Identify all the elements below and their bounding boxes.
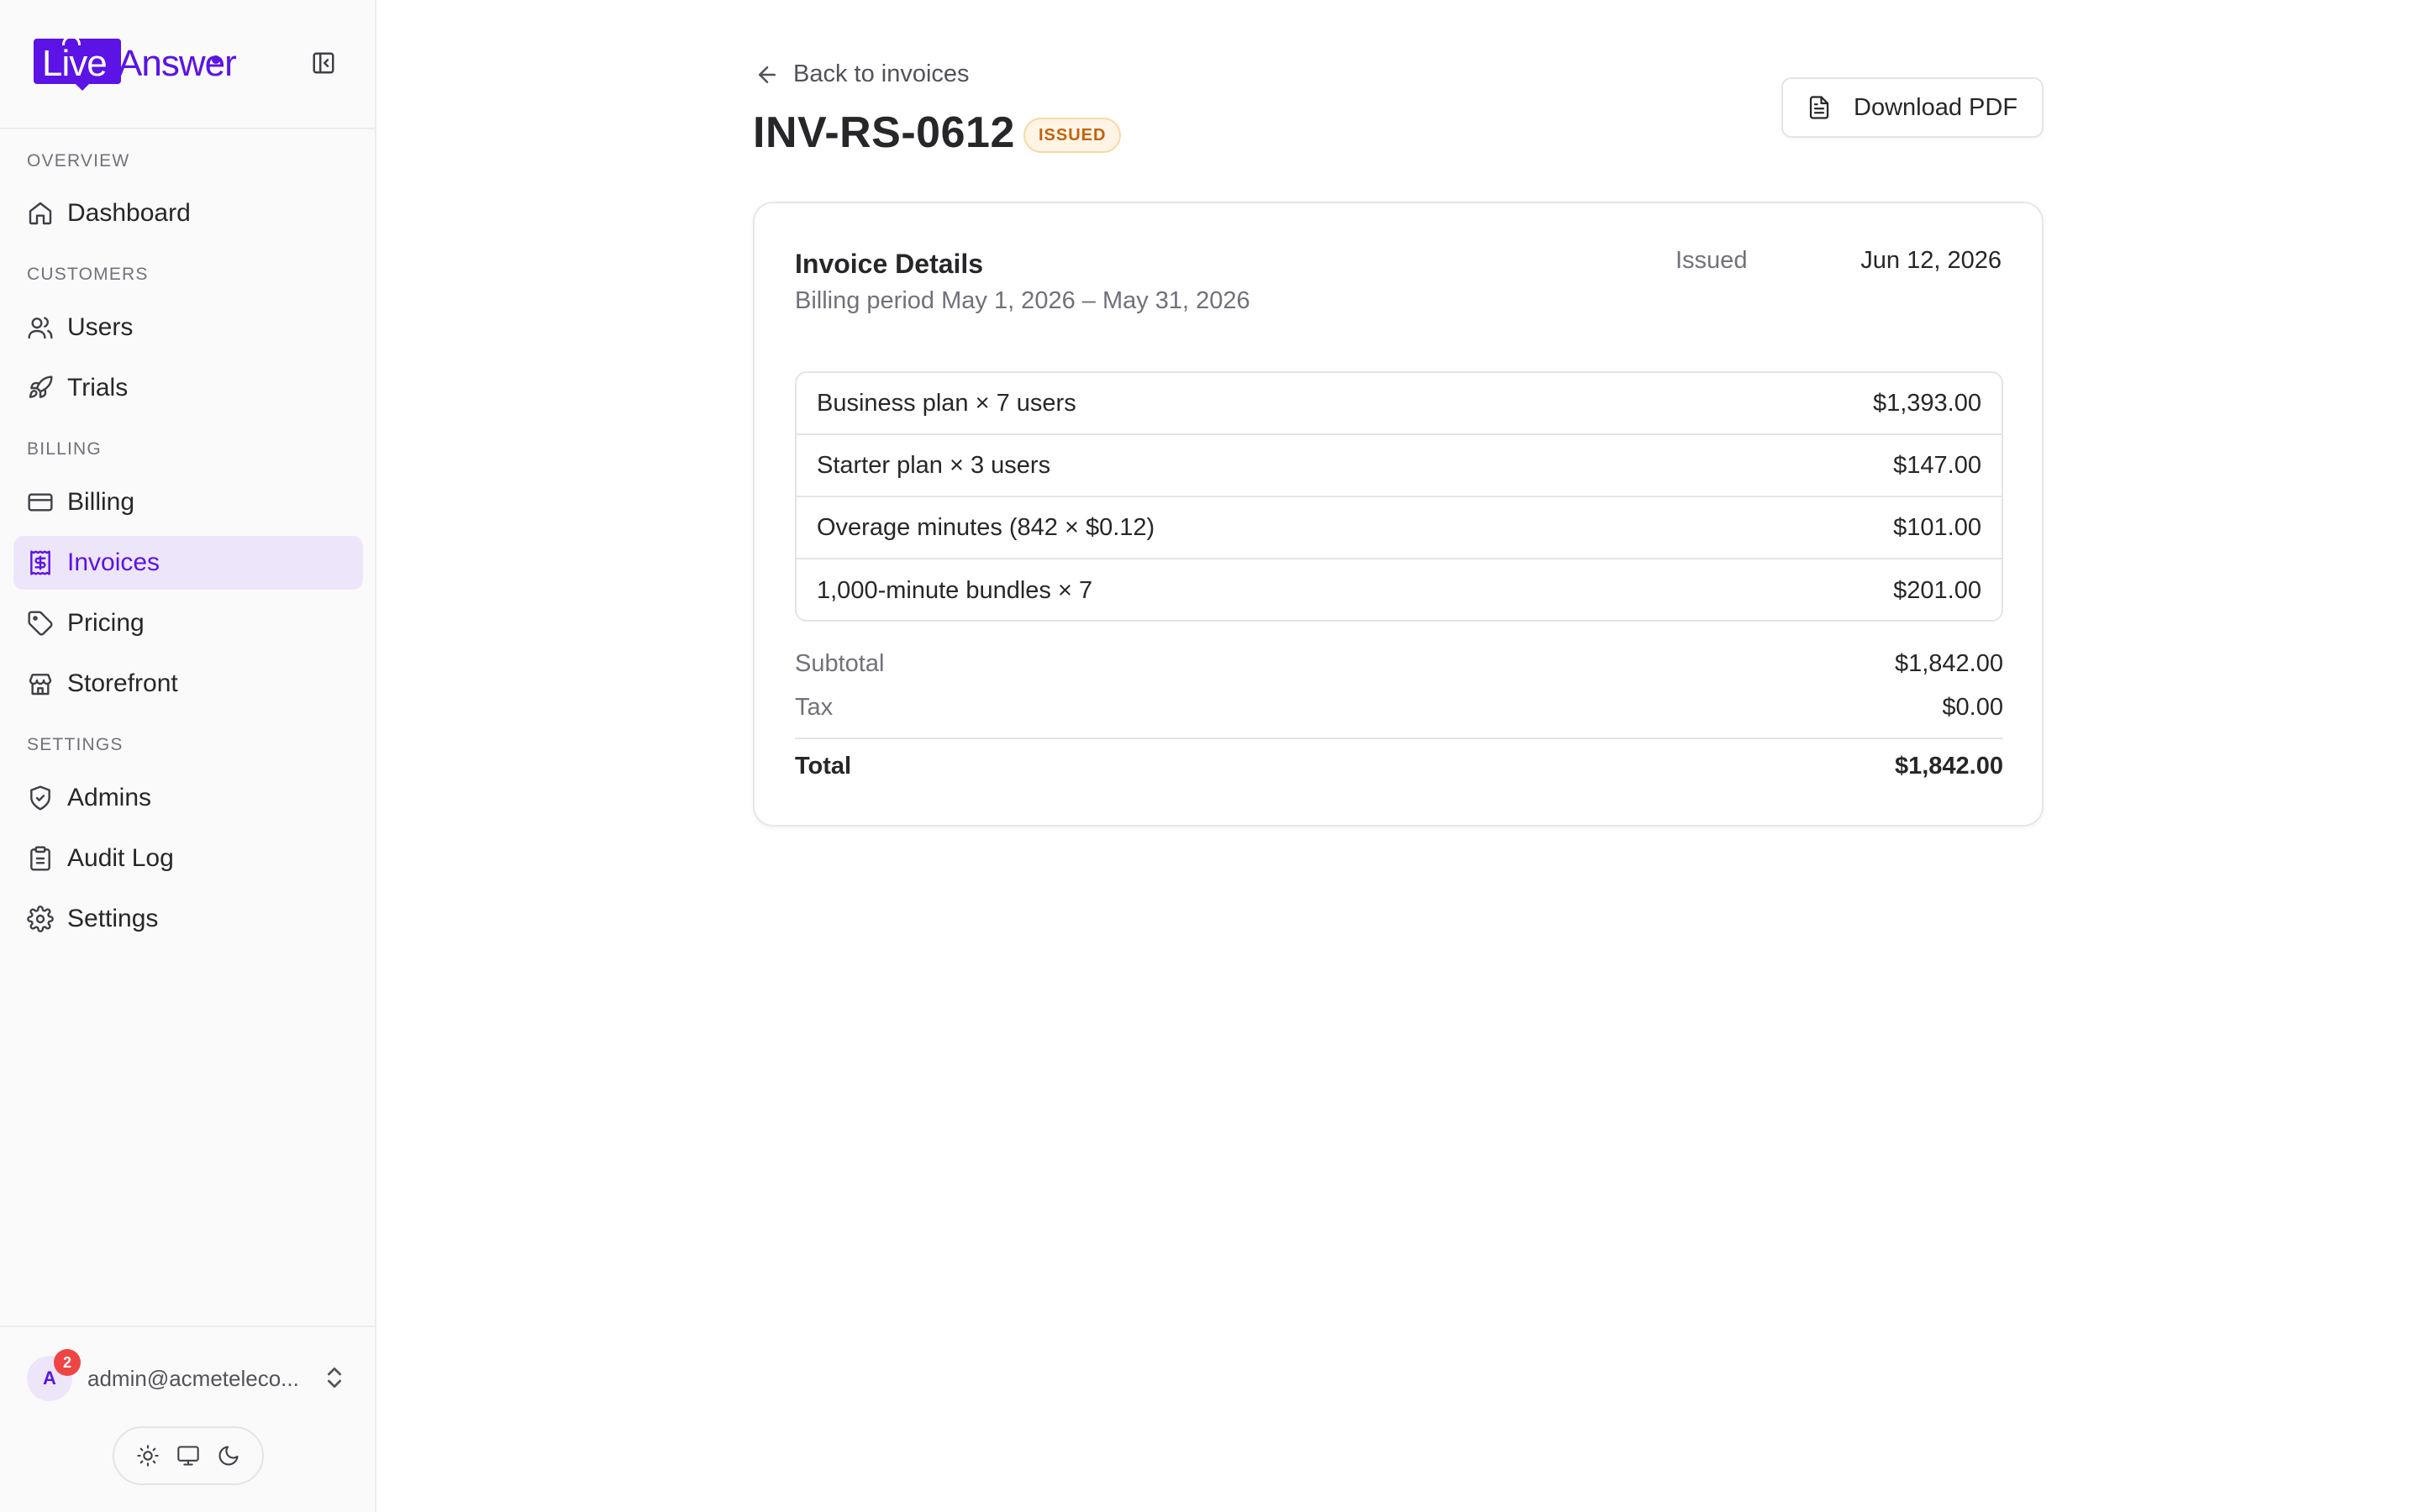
sidebar-item-billing[interactable]: Billing: [13, 475, 363, 529]
download-pdf-label: Download PDF: [1854, 93, 2018, 121]
sidebar-item-users[interactable]: Users: [13, 301, 363, 354]
users-icon: [28, 317, 53, 339]
sidebar-item-pricing[interactable]: Pricing: [13, 596, 363, 650]
logo-dot: [212, 55, 220, 64]
sun-icon[interactable]: [136, 1444, 160, 1467]
gear-icon: [27, 906, 54, 932]
monitor-icon[interactable]: [176, 1444, 200, 1467]
sidebar-item-trials[interactable]: Trials: [13, 361, 363, 415]
issued-label: Issued: [1676, 247, 1748, 274]
card-title: Invoice Details: [795, 249, 984, 279]
store-icon: [29, 674, 52, 696]
table-row: Overage minutes (842 × $0.12) $101.00: [797, 497, 2002, 559]
sidebar-collapse-icon: [313, 52, 334, 74]
sidebar-item-audit-log[interactable]: Audit Log: [13, 832, 363, 885]
line-item-amount: $101.00: [1893, 513, 1981, 541]
sidebar-item-settings[interactable]: Settings: [13, 892, 363, 946]
collapse-sidebar-button[interactable]: [311, 50, 336, 76]
rocket-icon: [29, 375, 53, 398]
tag-icon: [28, 611, 53, 636]
tax-value: $0.00: [1942, 694, 2003, 721]
billing-period: Billing period May 1, 2026 – May 31, 202…: [795, 287, 1250, 314]
line-item-amount: $147.00: [1893, 451, 1981, 479]
line-item-amount: $1,393.00: [1872, 389, 1981, 417]
nav-section-overview: OVERVIEW: [27, 151, 130, 171]
tax-row: Tax $0.00: [795, 694, 2003, 722]
arrow-left-icon: [759, 66, 776, 83]
total-row: Total $1,842.00: [795, 753, 2003, 780]
line-item-description: 1,000-minute bundles × 7: [817, 576, 1093, 604]
status-badge: ISSUED: [1023, 118, 1122, 153]
total-value: $1,842.00: [1894, 753, 2003, 780]
sidebar-item-dashboard[interactable]: Dashboard: [13, 186, 363, 240]
table-row: Starter plan × 3 users $147.00: [797, 435, 2002, 497]
totals-divider: [795, 738, 2003, 739]
credit-card-icon: [28, 493, 53, 512]
sidebar-item-label: Storefront: [67, 669, 178, 697]
sidebar-item-label: Admins: [67, 784, 152, 811]
file-text-icon: [1809, 96, 1829, 119]
page-title: INV-RS-0612: [753, 108, 1015, 157]
sidebar-item-storefront[interactable]: Storefront: [13, 657, 363, 711]
nav-section-settings: SETTINGS: [27, 735, 124, 754]
theme-switcher: [113, 1426, 264, 1485]
sidebar: Live Answer OVERVIEW Dashboard CUSTOMERS…: [0, 0, 376, 1512]
sidebar-item-label: Settings: [67, 905, 159, 932]
user-menu[interactable]: A 2 admin@acmeteleco...: [0, 1326, 375, 1426]
home-icon: [29, 202, 52, 225]
invoice-details-card: Invoice Details Billing period May 1, 20…: [753, 202, 2044, 827]
invoice-dollar-icon: [30, 550, 50, 575]
table-row: Business plan × 7 users $1,393.00: [797, 373, 2002, 435]
subtotal-label: Subtotal: [795, 650, 885, 677]
sidebar-item-label: Audit Log: [67, 844, 174, 872]
notification-badge[interactable]: 2: [54, 1349, 81, 1376]
moon-icon[interactable]: [217, 1444, 240, 1467]
chevrons-up-down-icon[interactable]: [321, 1364, 348, 1391]
brand-header: Live Answer: [0, 0, 375, 129]
sidebar-item-label: Users: [67, 313, 134, 341]
sidebar-item-invoices[interactable]: Invoices: [13, 536, 363, 590]
liveanswer-logo[interactable]: Live Answer: [34, 34, 244, 92]
sidebar-item-admins[interactable]: Admins: [13, 771, 363, 825]
line-item-description: Business plan × 7 users: [817, 389, 1076, 417]
line-item-description: Overage minutes (842 × $0.12): [817, 513, 1155, 541]
logo-live-text: Live: [42, 43, 108, 84]
sidebar-item-label: Dashboard: [67, 199, 191, 227]
line-items-table: Business plan × 7 users $1,393.00 Starte…: [795, 371, 2003, 622]
table-row: 1,000-minute bundles × 7 $201.00: [797, 559, 2002, 620]
clipboard-icon: [30, 846, 50, 871]
nav-section-customers: CUSTOMERS: [27, 265, 149, 284]
sidebar-item-label: Invoices: [67, 549, 160, 576]
issued-date: Jun 12, 2026: [1860, 247, 2002, 274]
sidebar-item-label: Billing: [67, 488, 135, 516]
line-item-description: Starter plan × 3 users: [817, 451, 1051, 479]
nav-section-billing: BILLING: [27, 439, 102, 459]
user-email: admin@acmeteleco...: [87, 1366, 299, 1391]
back-link-label: Back to invoices: [793, 60, 970, 87]
line-item-amount: $201.00: [1893, 576, 1981, 604]
logo-answer-text: Answer: [118, 43, 237, 84]
subtotal-value: $1,842.00: [1894, 650, 2003, 677]
subtotal-row: Subtotal $1,842.00: [795, 650, 2003, 678]
sidebar-item-label: Pricing: [67, 609, 145, 637]
total-label: Total: [795, 753, 852, 780]
shield-check-icon: [30, 785, 50, 811]
download-pdf-button[interactable]: Download PDF: [1781, 77, 2044, 138]
tax-label: Tax: [795, 694, 834, 721]
back-to-invoices-link[interactable]: Back to invoices: [755, 60, 970, 88]
sidebar-item-label: Trials: [67, 374, 129, 402]
